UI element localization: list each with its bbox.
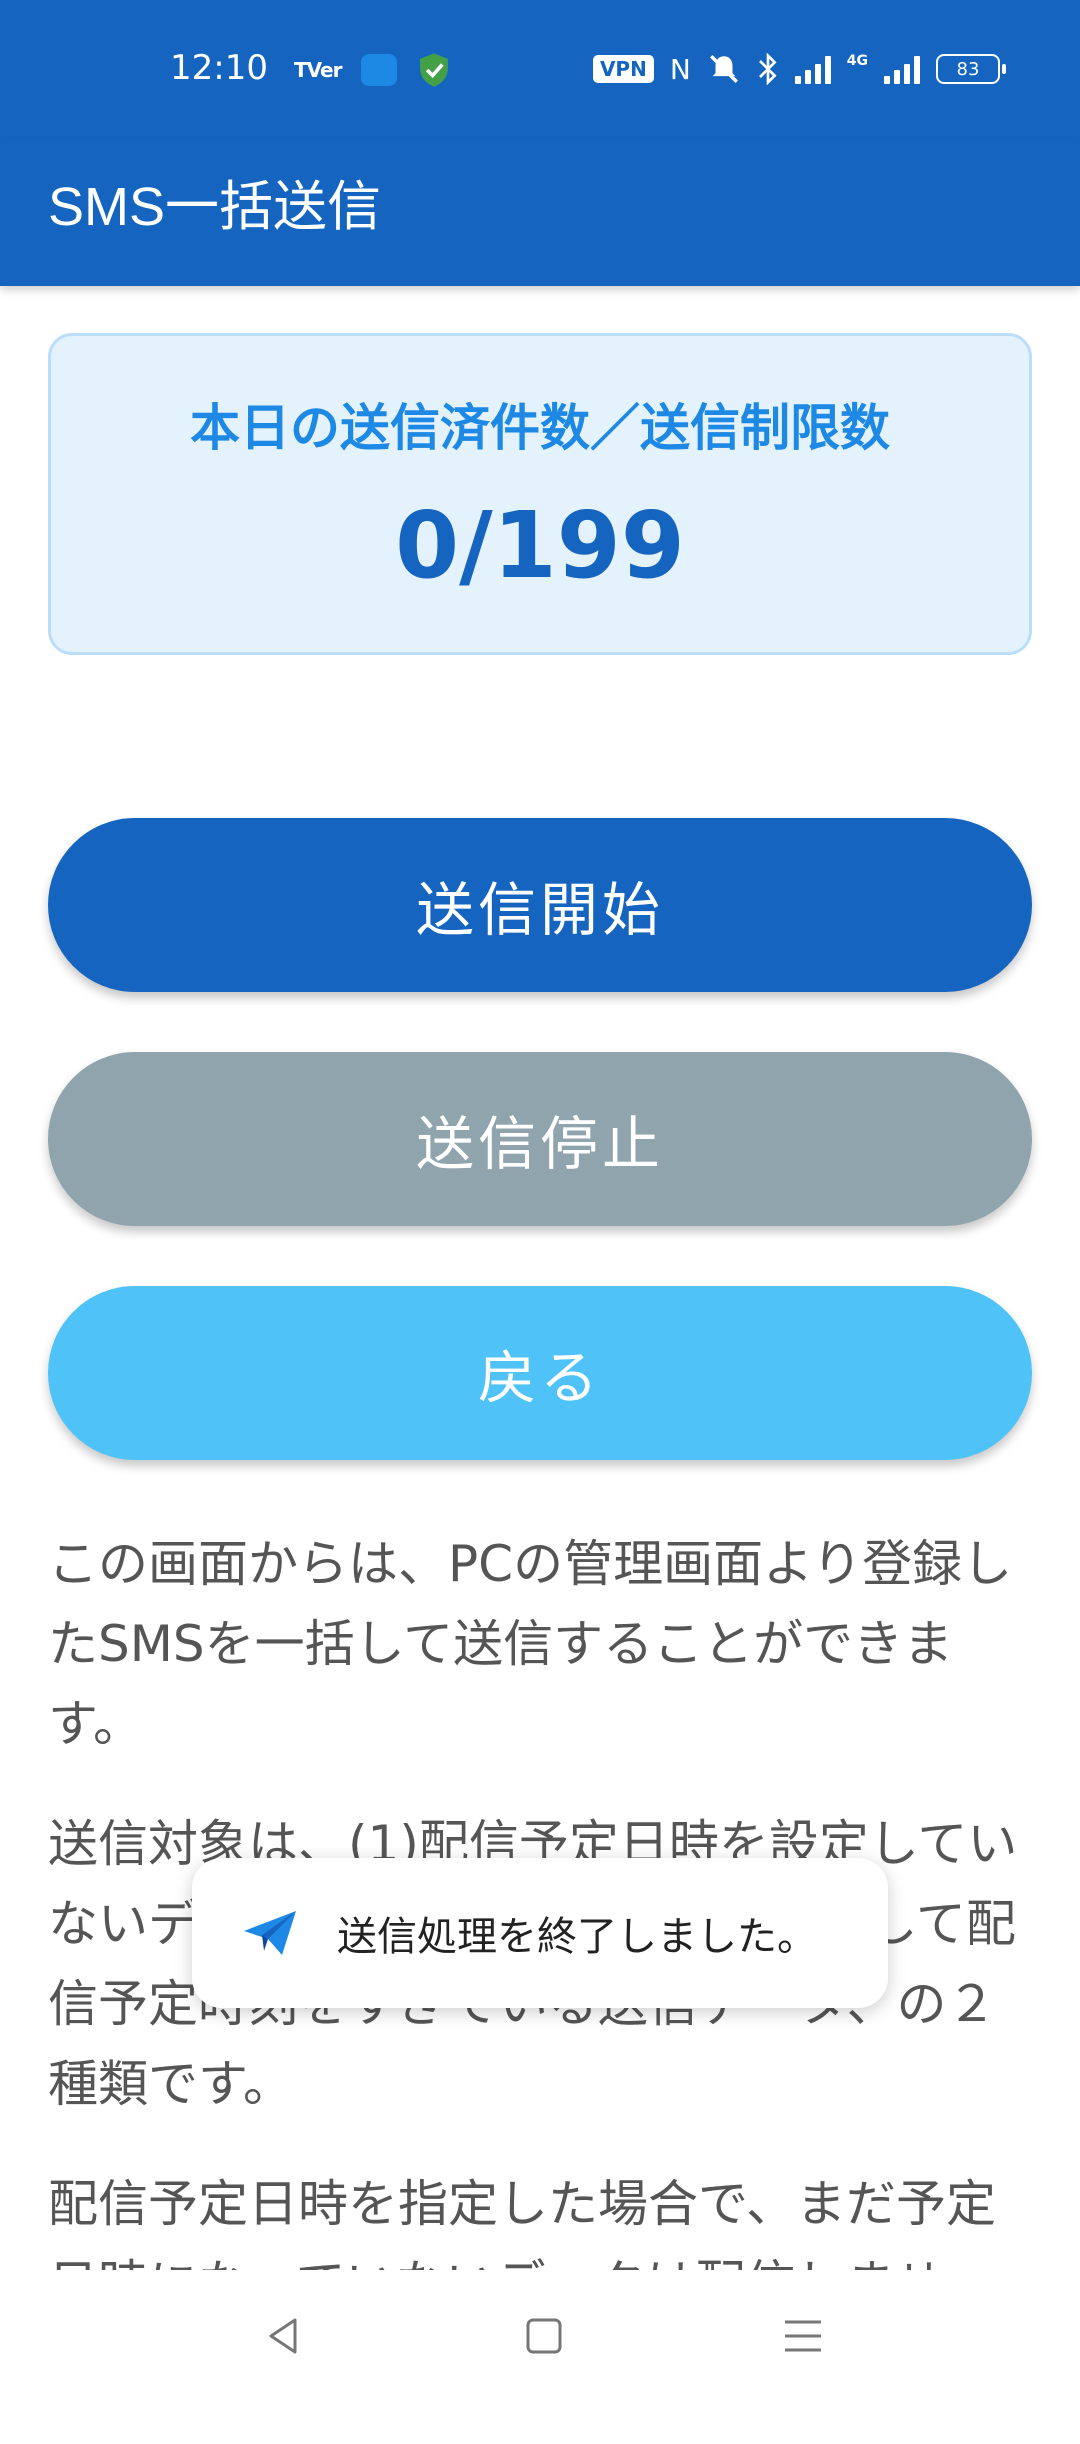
tver-icon: TVer bbox=[294, 58, 342, 82]
home-icon[interactable] bbox=[514, 2306, 574, 2366]
mute-icon bbox=[709, 55, 738, 83]
toast-notification: 送信処理を終了しました。 bbox=[192, 1858, 888, 2008]
signal-icon bbox=[794, 54, 831, 84]
menu-icon[interactable] bbox=[773, 2306, 833, 2366]
nfc-icon: N bbox=[669, 52, 691, 86]
start-send-button[interactable]: 送信開始 bbox=[48, 818, 1032, 992]
status-right-icons: VPN N 4G 83 bbox=[592, 52, 1006, 86]
shield-icon bbox=[420, 53, 449, 87]
counter-label: 本日の送信済件数／送信制限数 bbox=[190, 399, 890, 457]
toast-message: 送信処理を終了しました。 bbox=[337, 1914, 817, 1960]
back-button[interactable]: 戻る bbox=[48, 1286, 1032, 1460]
app-bar: SMS一括送信 bbox=[0, 140, 1080, 286]
navigation-bar bbox=[0, 2270, 1080, 2400]
battery-icon: 83 bbox=[936, 54, 1006, 84]
stop-send-button[interactable]: 送信停止 bbox=[48, 1052, 1032, 1226]
signal-4g-icon: 4G bbox=[846, 53, 868, 69]
battery-level: 83 bbox=[956, 58, 980, 80]
vpn-icon: VPN bbox=[592, 55, 654, 83]
status-bar: 12:10 TVer VPN N 4G 83 bbox=[0, 0, 1080, 140]
status-left-icons: TVer bbox=[294, 52, 451, 88]
bluetooth-icon bbox=[758, 53, 777, 85]
send-counter-card: 本日の送信済件数／送信制限数 0/199 bbox=[48, 333, 1032, 655]
status-time: 12:10 bbox=[170, 48, 268, 88]
counter-value: 0/199 bbox=[395, 492, 685, 599]
signal-4g-bars bbox=[884, 54, 920, 84]
app-icon bbox=[361, 54, 398, 86]
page-title: SMS一括送信 bbox=[48, 177, 382, 237]
paper-plane-icon bbox=[244, 1911, 296, 1955]
description-paragraph-1: この画面からは、PCの管理画面より登録したSMSを一括して送信することができます… bbox=[48, 1535, 1013, 1753]
back-icon[interactable] bbox=[255, 2306, 315, 2366]
